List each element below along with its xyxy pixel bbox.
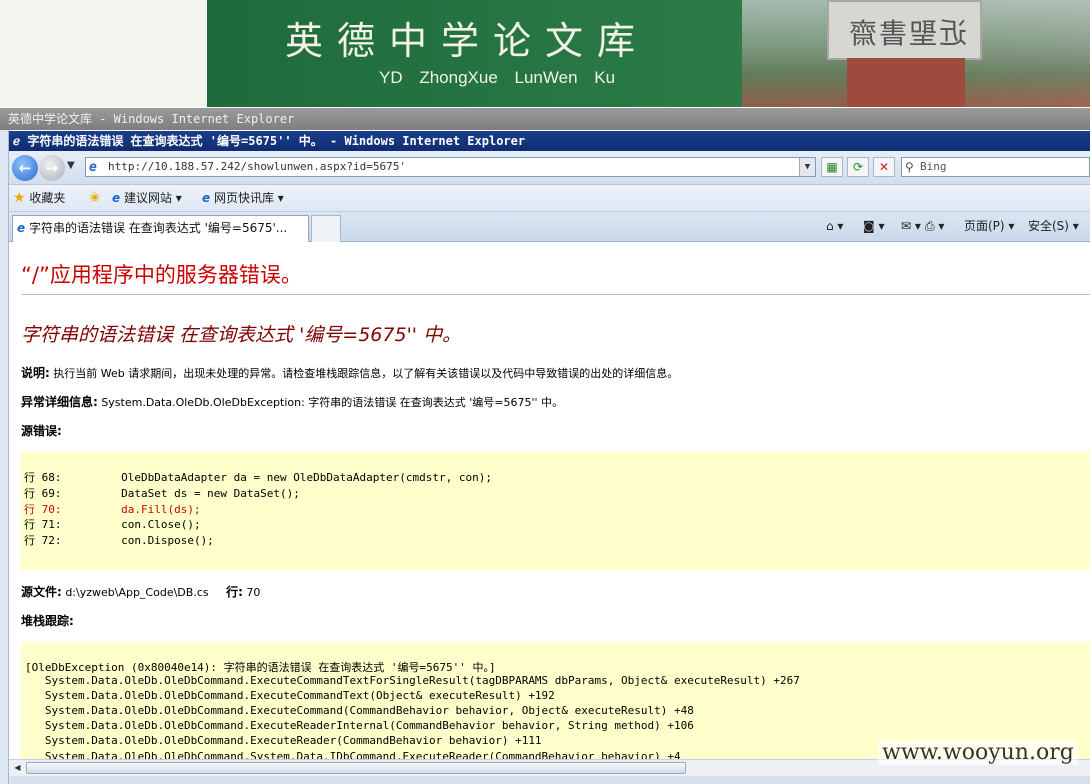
home-button[interactable]: ⌂ ▾ (826, 212, 843, 240)
banner-title-en: YD ZhongXue LunWen Ku (379, 68, 616, 87)
tab-active-label: 字符串的语法错误 在查询表达式 '编号=5675'... (28, 221, 288, 235)
page-ie-icon: e (89, 160, 97, 175)
web-slice-gallery-link[interactable]: e 网页快讯库 ▾ (202, 185, 284, 212)
source-file-value: d:\yzweb\App_Code\DB.cs (65, 586, 209, 599)
stack-line: [OleDbException (0x80040e14): 字符串的语法错误 在… (25, 661, 496, 674)
title-divider (21, 294, 1090, 295)
banner-left-panel (0, 0, 207, 107)
refresh-button[interactable]: ⟳ (847, 157, 869, 177)
back-arrow-icon: ← (18, 159, 32, 177)
mail-button[interactable]: ✉ ▾ (901, 212, 921, 240)
web-slice-gallery-label: 网页快讯库 ▾ (213, 191, 284, 205)
stack-line: System.Data.OleDb.OleDbCommand.ExecuteCo… (25, 689, 555, 703)
tab-ie-icon: e (17, 221, 26, 235)
description-text: 执行当前 Web 请求期间，出现未处理的异常。请检查堆栈跟踪信息，以了解有关该错… (53, 367, 679, 380)
error-heading: 字符串的语法错误 在查询表达式 '编号=5675'' 中。 (21, 324, 462, 346)
code-line: 行 68: OleDbDataAdapter da = new OleDbDat… (24, 471, 492, 484)
star-icon: ★ (13, 190, 26, 206)
tab-bar: e 字符串的语法错误 在查询表达式 '编号=5675'... ⌂ ▾ ◙ ▾ ✉… (9, 212, 1090, 242)
ie-page-icon: e (202, 191, 211, 205)
print-button[interactable]: ⎙ ▾ (925, 212, 944, 240)
exception-detail-line: 异常详细信息: System.Data.OleDb.OleDbException… (21, 393, 563, 410)
description-line: 说明: 执行当前 Web 请求期间，出现未处理的异常。请检查堆栈跟踪信息，以了解… (21, 364, 678, 381)
description-label: 说明: (21, 366, 50, 380)
banner-pillar (847, 58, 965, 107)
scroll-left-arrow-icon[interactable]: ◀ (10, 761, 25, 775)
address-input[interactable]: e http://10.188.57.242/showlunwen.aspx?i… (85, 157, 816, 177)
outer-window-titlebar: 英德中学论文库 - Windows Internet Explorer (0, 108, 1090, 130)
search-placeholder: Bing (920, 160, 947, 173)
source-file-label: 源文件: (21, 585, 62, 599)
code-line-error: 行 70: da.Fill(ds); (24, 502, 201, 516)
ie-icon: ℯ (13, 134, 28, 148)
stack-line: System.Data.OleDb.OleDbCommand.ExecuteRe… (25, 719, 694, 733)
mail-icon: ✉ ▾ (901, 219, 921, 233)
banner-title-cn: 英德中学论文库 (285, 19, 650, 63)
exception-label: 异常详细信息: (21, 395, 98, 409)
recent-pages-dropdown[interactable]: ▼ (67, 160, 75, 171)
code-line: 行 72: con.Dispose(); (24, 534, 214, 548)
source-error-label: 源错误: (21, 424, 62, 438)
source-error-line: 源错误: (21, 422, 62, 439)
source-file-line: 源文件: d:\yzweb\App_Code\DB.cs 行: 70 (21, 583, 260, 600)
favorites-bar: ★ 收藏夹 ✬ e 建议网站 ▾ e 网页快讯库 ▾ (9, 185, 1090, 212)
stack-trace-line: 堆栈跟踪: (21, 612, 74, 629)
error-title: “/”应用程序中的服务器错误。 (21, 263, 302, 287)
line-value: 70 (246, 586, 261, 599)
page-menu[interactable]: 页面(P) ▾ (964, 212, 1014, 240)
watermark: www.wooyun.org (878, 740, 1078, 765)
address-url: http://10.188.57.242/showlunwen.aspx?id=… (108, 160, 407, 173)
outer-window-edge (0, 130, 9, 784)
favorites-button[interactable]: ★ 收藏夹 (13, 185, 65, 212)
stack-line: System.Data.OleDb.OleDbCommand.ExecuteCo… (25, 674, 800, 688)
suggested-sites-link[interactable]: e 建议网站 ▾ (112, 185, 182, 212)
page-content: “/”应用程序中的服务器错误。 字符串的语法错误 在查询表达式 '编号=5675… (9, 243, 1090, 759)
line-label: 行: (226, 585, 243, 599)
compatibility-view-button[interactable]: ▦ (821, 157, 843, 177)
source-code-block: 行 68: OleDbDataAdapter da = new OleDbDat… (21, 452, 1090, 570)
site-banner: 近聖書齋 英德中学论文库 YD ZhongXue LunWen Ku (207, 0, 1090, 107)
search-input[interactable]: ⚲ Bing (901, 157, 1090, 177)
stop-button[interactable]: ✕ (873, 157, 895, 177)
exception-text: System.Data.OleDb.OleDbException: 字符串的语法… (101, 396, 564, 409)
status-bar (9, 776, 1090, 784)
add-to-favorites-bar-button[interactable]: ✬ (89, 185, 101, 212)
rss-icon: ◙ ▾ (863, 219, 885, 233)
address-toolbar: ← → ▼ e http://10.188.57.242/showlunwen.… (9, 151, 1090, 185)
suggested-sites-label: 建议网站 ▾ (123, 191, 182, 205)
search-icon: ⚲ (905, 160, 914, 174)
new-tab-button[interactable] (311, 215, 341, 242)
scrollbar-thumb[interactable] (26, 762, 686, 774)
code-line: 行 69: DataSet ds = new DataSet(); (24, 486, 300, 500)
banner-stone-plaque: 近聖書齋 (827, 0, 982, 60)
inner-window-titlebar: ℯ 字符串的语法错误 在查询表达式 '编号=5675'' 中。 - Window… (9, 131, 1090, 151)
forward-button[interactable]: → (39, 155, 65, 181)
stack-trace-label: 堆栈跟踪: (21, 614, 74, 628)
tab-active[interactable]: e 字符串的语法错误 在查询表达式 '编号=5675'... (12, 215, 309, 242)
stack-line: System.Data.OleDb.OleDbCommand.ExecuteCo… (25, 704, 694, 718)
code-line: 行 71: con.Close(); (24, 518, 201, 532)
back-button[interactable]: ← (12, 155, 38, 181)
inner-window-title: 字符串的语法错误 在查询表达式 '编号=5675'' 中。 - Windows … (27, 134, 526, 148)
safety-menu[interactable]: 安全(S) ▾ (1028, 212, 1079, 240)
outer-window-title: 英德中学论文库 - Windows Internet Explorer (8, 112, 295, 126)
forward-arrow-icon: → (45, 159, 59, 177)
ie-page-icon: e (112, 191, 121, 205)
address-dropdown-button[interactable]: ▼ (799, 158, 815, 176)
feeds-button[interactable]: ◙ ▾ (863, 212, 884, 240)
home-icon: ⌂ ▾ (826, 219, 844, 233)
stone-plaque-text: 近聖書齋 (847, 17, 968, 50)
printer-icon: ⎙ ▾ (925, 219, 945, 233)
favorites-label: 收藏夹 (29, 191, 66, 205)
add-favorite-star-icon: ✬ (89, 190, 101, 206)
